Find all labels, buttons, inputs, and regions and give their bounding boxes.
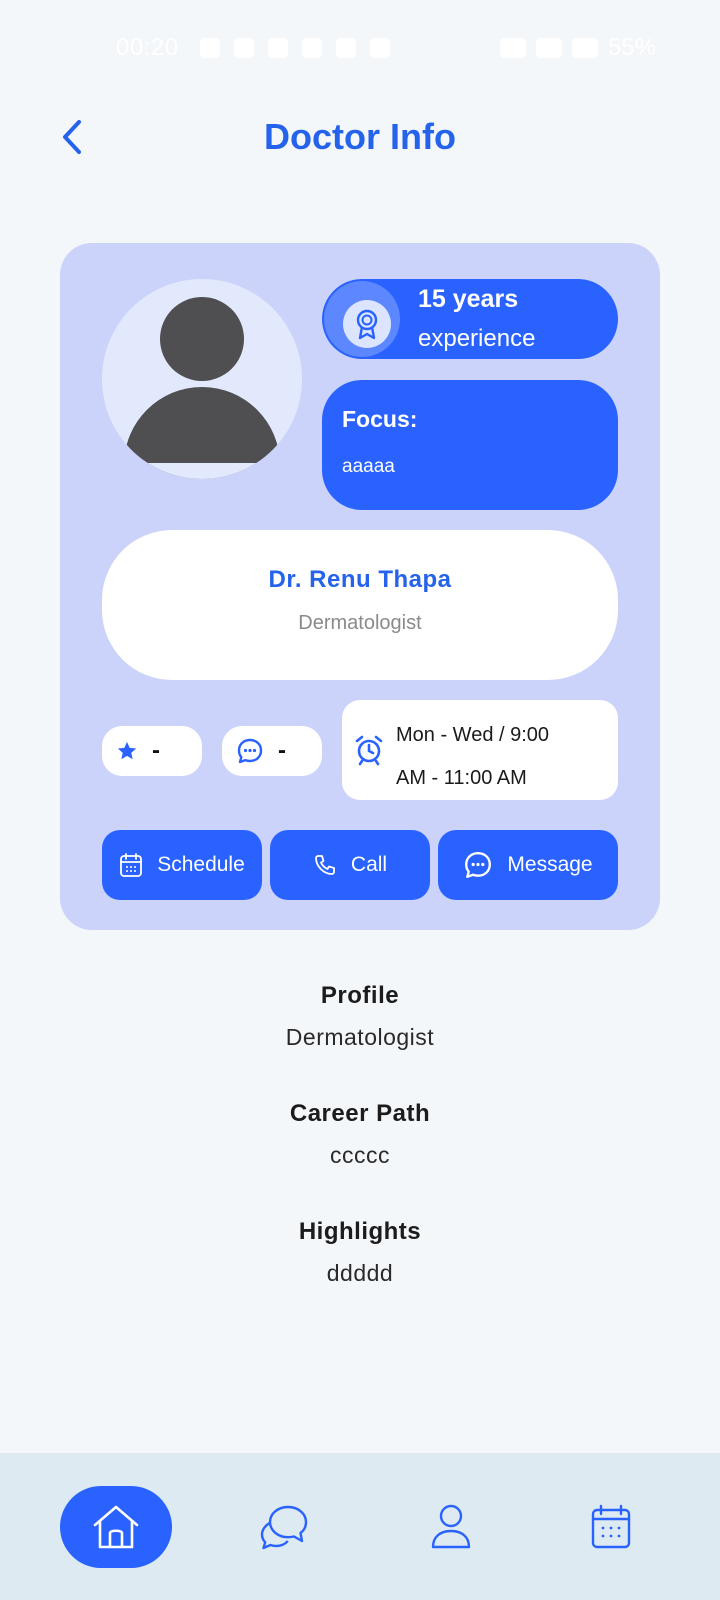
career-section: Career Path ccccc [0, 1100, 720, 1169]
calendar-icon [120, 853, 143, 877]
availability-text: Mon - Wed / 9:00 AM - 11:00 AM [396, 714, 606, 800]
nav-chat[interactable] [240, 1486, 330, 1568]
focus-title: Focus: [342, 406, 418, 432]
call-status-icon [535, 38, 562, 58]
availability-card: Mon - Wed / 9:00 AM - 11:00 AM [342, 700, 618, 800]
notification-icon [302, 38, 322, 58]
message-label: Message [507, 853, 593, 876]
chat-icon [260, 1505, 308, 1550]
availability-line-1: Mon - Wed / 9:00 [396, 724, 550, 746]
notification-icon [234, 38, 254, 58]
experience-badge: 15 years experience [322, 279, 618, 359]
experience-label: experience [418, 325, 536, 352]
reviews-value: - [278, 737, 286, 764]
highlights-section: Highlights ddddd [0, 1218, 720, 1287]
page-title: Doctor Info [264, 116, 456, 157]
highlights-value: ddddd [326, 1260, 394, 1286]
status-time: 00:20 [116, 34, 179, 61]
calendar-icon [591, 1504, 631, 1549]
rating-value: - [152, 737, 160, 764]
notification-icon [336, 38, 356, 58]
availability-line-2: AM - 11:00 AM [396, 767, 527, 789]
highlights-title: Highlights [298, 1218, 422, 1245]
battery-level: 55% [607, 34, 656, 61]
notification-icons [200, 38, 390, 58]
star-icon [117, 741, 137, 760]
wifi-icon [499, 38, 526, 58]
alarm-clock-icon [355, 735, 383, 766]
reviews-pill: - [222, 726, 322, 776]
signal-icon [571, 38, 598, 58]
system-icons: 55% [499, 34, 656, 62]
message-button[interactable]: Message [438, 830, 618, 900]
call-button[interactable]: Call [270, 830, 430, 900]
profile-value: Dermatologist [285, 1024, 435, 1050]
career-value: ccccc [330, 1142, 390, 1168]
profile-title: Profile [320, 982, 400, 1009]
status-bar: 00:20 55% [0, 0, 720, 96]
doctor-name: Dr. Renu Thapa [268, 566, 452, 593]
message-icon [465, 852, 492, 878]
notification-icon [268, 38, 288, 58]
doctor-name-card: Dr. Renu Thapa Dermatologist [102, 530, 618, 680]
focus-card: Focus: aaaaa [322, 380, 618, 510]
career-title: Career Path [289, 1100, 431, 1127]
user-icon [431, 1504, 471, 1549]
nav-calendar[interactable] [566, 1486, 656, 1568]
home-icon [93, 1505, 139, 1549]
nav-home[interactable] [60, 1486, 172, 1568]
schedule-label: Schedule [157, 853, 245, 876]
bottom-nav [0, 1453, 720, 1600]
doctor-specialty: Dermatologist [298, 612, 422, 634]
schedule-button[interactable]: Schedule [102, 830, 262, 900]
notification-icon [370, 38, 390, 58]
notification-icon [200, 38, 220, 58]
experience-years: 15 years [418, 285, 519, 313]
avatar [102, 279, 302, 479]
chat-bubble-icon [237, 738, 263, 764]
call-label: Call [350, 853, 388, 876]
nav-profile[interactable] [406, 1486, 496, 1568]
award-icon [356, 309, 378, 340]
phone-icon [315, 855, 335, 875]
profile-section: Profile Dermatologist [0, 982, 720, 1051]
focus-value: aaaaa [342, 456, 395, 477]
rating-pill: - [102, 726, 202, 776]
